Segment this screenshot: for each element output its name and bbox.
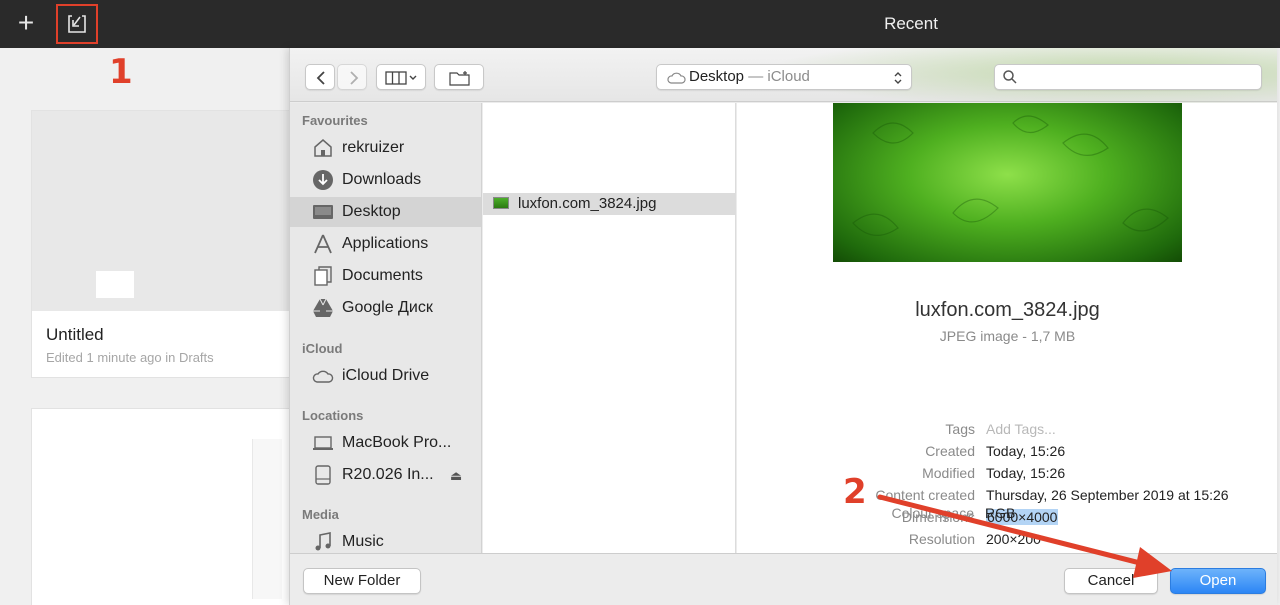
sidebar-item-label: Documents [342,267,423,284]
chevron-right-icon [350,71,359,85]
detail-row-colour-space: Colour space RGB [736,505,1277,525]
detail-value: Thursday, 26 September 2019 at 15:26 [986,487,1229,503]
google-drive-icon [313,298,333,317]
file-card-meta: Edited 1 minute ago in Drafts [46,350,214,365]
sidebar-item-external-drive[interactable]: R20.026 In... ⏏ [290,460,481,490]
new-folder-icon [449,71,470,86]
plus-icon[interactable]: + [14,8,38,38]
view-mode-button[interactable] [376,64,426,90]
sidebar-item-macbook[interactable]: MacBook Pro... [290,428,481,458]
step-1-label: 1 [109,52,133,92]
file-list-column: luxfon.com_3824.jpg [483,103,736,553]
detail-row: Modified Today, 15:26 [737,465,1277,487]
preview-file-name: luxfon.com_3824.jpg [915,299,1100,321]
step-2-label: 2 [843,472,867,512]
sidebar-item-label: Applications [342,235,429,252]
open-button[interactable]: Open [1170,568,1266,594]
dialog-sidebar: Favourites rekruizer Downloads Desktop A… [290,103,482,553]
detail-key: Tags [945,421,975,437]
sidebar-item-label: Google Диск [342,299,433,316]
sidebar-item-downloads[interactable]: Downloads [290,165,481,195]
sidebar-section-favourites: Favourites [302,113,368,128]
location-popup[interactable]: Desktop — iCloud [656,64,912,90]
detail-key: Content created [875,487,975,503]
sidebar-section-media: Media [302,507,339,522]
location-suffix: — iCloud [744,68,810,85]
file-row[interactable]: luxfon.com_3824.jpg [483,193,736,215]
file-card-title: Untitled [46,325,104,344]
drive-icon [315,465,331,485]
search-icon [1003,70,1017,84]
sidebar-item-music[interactable]: Music [290,527,481,553]
search-field[interactable] [994,64,1262,90]
documents-icon [314,266,332,286]
new-folder-toolbar-button[interactable] [434,64,484,90]
detail-row: Resolution 200×200 [737,531,1277,553]
sidebar-item-label: Desktop [342,203,401,220]
eject-icon[interactable]: ⏏ [450,468,462,484]
sidebar-item-label: R20.026 In... [342,466,434,483]
forward-button[interactable] [337,64,367,90]
detail-key: Resolution [908,531,975,547]
dialog-toolbar: Desktop — iCloud [290,48,1277,108]
location-folder: Desktop [689,68,745,85]
updown-chevron-icon [894,72,902,84]
sidebar-section-locations: Locations [302,408,364,423]
download-icon [313,170,333,190]
detail-value: Today, 15:26 [986,443,1066,459]
music-icon [315,532,331,551]
applications-icon [314,234,332,254]
sidebar-item-applications[interactable]: Applications [290,229,481,259]
file-preview-pane: luxfon.com_3824.jpg JPEG image - 1,7 MB … [737,103,1277,553]
file-thumbnail [32,111,300,311]
sidebar-item-home[interactable]: rekruizer [290,133,481,163]
sidebar-item-label: MacBook Pro... [342,434,452,451]
cancel-button[interactable]: Cancel [1064,568,1158,594]
detail-key: Modified [922,465,975,481]
dialog-footer: New Folder Cancel Open [290,553,1277,605]
file-thumbnail [252,439,282,599]
cloud-icon [667,72,686,84]
app-topbar: + Recent [0,0,1280,48]
desktop-icon [313,205,333,219]
detail-key: Colour space [891,505,975,521]
sidebar-item-documents[interactable]: Documents [290,261,481,291]
columns-view-icon [385,71,417,85]
new-folder-button[interactable]: New Folder [303,568,421,594]
import-button[interactable] [56,4,98,44]
image-file-icon [493,197,509,209]
sidebar-item-label: iCloud Drive [342,367,430,384]
preview-image [833,103,1182,262]
detail-value: RGB [985,505,1016,521]
file-name: luxfon.com_3824.jpg [518,195,657,212]
sidebar-section-icloud: iCloud [302,341,343,356]
back-button[interactable] [305,64,335,90]
tags-field[interactable]: Add Tags... [986,421,1056,437]
chevron-left-icon [316,71,325,85]
sidebar-item-label: Music [342,533,384,550]
sidebar-item-icloud-drive[interactable]: iCloud Drive [290,361,481,391]
file-card[interactable]: Untitled Edited 1 minute ago in Drafts [31,110,301,378]
cloud-icon [312,370,334,383]
preview-tags-row: Tags Add Tags... [737,421,1277,443]
detail-key: Created [925,443,975,459]
sidebar-item-label: Downloads [342,171,422,188]
detail-value: 200×200 [986,531,1041,547]
sidebar-item-desktop[interactable]: Desktop [290,197,481,227]
detail-value: Today, 15:26 [986,465,1066,481]
sidebar-item-label: rekruizer [342,139,405,156]
leaf-pattern [852,115,1169,236]
detail-row: Created Today, 15:26 [737,443,1277,465]
file-card[interactable] [31,408,301,605]
import-icon [68,15,86,33]
thumbnail-preview [96,271,134,298]
sidebar-item-google-drive[interactable]: Google Диск [290,293,481,323]
page-title: Recent [884,14,938,33]
home-icon [314,139,332,157]
preview-file-kind: JPEG image - 1,7 MB [939,328,1076,344]
location-label: Desktop — iCloud [689,68,810,85]
laptop-icon [313,436,333,450]
